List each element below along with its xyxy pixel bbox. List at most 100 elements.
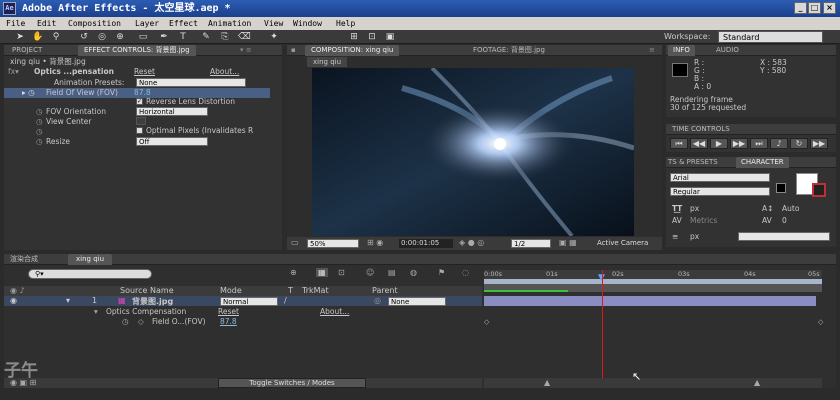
font-style-dropdown[interactable]: Regular (670, 187, 770, 196)
effect-expand-icon[interactable]: ▾ (94, 307, 98, 316)
tab-footage[interactable]: FOOTAGE: 背景图.jpg (473, 45, 545, 56)
layer-duration-bar[interactable] (484, 296, 816, 306)
layer-parent-dropdown[interactable]: None (388, 297, 446, 306)
timeline-effect-reset[interactable]: Reset (218, 307, 239, 316)
puppet-tool-icon[interactable]: ✦ (268, 31, 280, 43)
expand-arrow-icon[interactable]: ▸ ◷ (22, 88, 35, 97)
time-ruler[interactable]: 0:00s 01s 02s 03s 04s 05s (484, 270, 822, 284)
keyframe-start-icon[interactable]: ◇ (484, 318, 489, 326)
timeline-effect-about[interactable]: About... (320, 307, 349, 316)
tab-character[interactable]: CHARACTER (736, 157, 789, 168)
panel-menu-icon[interactable]: ≡ (649, 45, 655, 56)
hand-tool-icon[interactable]: ✋ (32, 31, 44, 43)
last-frame-icon[interactable]: ⏭ (750, 138, 768, 149)
current-timecode[interactable]: 0:00:01:05 (399, 239, 453, 248)
timeline-zoom-bar[interactable]: ▲ ▲ (484, 378, 822, 388)
first-frame-icon[interactable]: ⏮ (670, 138, 688, 149)
keyframe-nav-icon[interactable]: ◇ (138, 317, 144, 326)
brush-tool-icon[interactable]: ✎ (200, 31, 212, 43)
graph-editor-icon[interactable]: ◌ (462, 268, 469, 277)
layer-name[interactable]: 背景图.jpg (132, 296, 173, 307)
effect-reset-link[interactable]: Reset (134, 67, 155, 76)
maximize-button[interactable]: □ (808, 2, 821, 14)
stopwatch-icon[interactable]: ◷ (36, 117, 43, 126)
menu-layer[interactable]: Layer (135, 17, 159, 30)
stopwatch-icon[interactable]: ◷ (36, 137, 43, 146)
layer-row[interactable]: ◉ ▾ 1 ▦ 背景图.jpg / Normal ◎ None (4, 296, 482, 306)
menu-window[interactable]: Window (293, 17, 322, 30)
menu-composition[interactable]: Composition (68, 17, 121, 30)
kerning-metrics[interactable]: Metrics (690, 216, 717, 225)
minimize-button[interactable]: _ (794, 2, 807, 14)
zoom-out-icon[interactable]: ▲ (544, 378, 550, 387)
resize-dropdown[interactable]: Off (136, 137, 208, 146)
stroke-width-unit[interactable]: px (690, 232, 699, 241)
next-frame-icon[interactable]: ▶▶ (730, 138, 748, 149)
property-value[interactable]: 87.8 (220, 317, 237, 326)
draft-3d-icon[interactable]: ⊡ (338, 268, 345, 277)
loop-icon[interactable]: ↻ (790, 138, 808, 149)
black-swatch[interactable] (776, 183, 786, 193)
live-update-icon[interactable]: ▦ (316, 268, 328, 277)
pan-behind-tool-icon[interactable]: ⊕ (114, 31, 126, 43)
snapshot-icon[interactable]: ◈ ● ◎ (459, 238, 484, 247)
visibility-eye-icon[interactable]: ◉ (10, 296, 17, 305)
roi-icon[interactable]: ▣ ▦ (559, 238, 577, 247)
menu-file[interactable]: File (6, 17, 25, 30)
fov-orientation-dropdown[interactable]: Horizontal (136, 107, 208, 116)
workspace-dropdown[interactable]: Standard (718, 31, 823, 43)
stopwatch-icon[interactable]: ◷ (36, 127, 43, 136)
menu-edit[interactable]: Edit (37, 17, 56, 30)
tab-composition[interactable]: COMPOSITION: xing qiu (305, 45, 400, 56)
axis-local-icon[interactable]: ⊞ (348, 31, 360, 43)
zoom-in-icon[interactable]: ▲ (754, 378, 760, 387)
brainstorm-icon[interactable]: ⚑ (438, 268, 445, 277)
rotate-tool-icon[interactable]: ↺ (78, 31, 90, 43)
tracking-value[interactable]: 0 (782, 216, 787, 225)
tab-xing-qiu[interactable]: xing qiu (68, 254, 113, 265)
menu-effect[interactable]: Effect (169, 17, 198, 30)
col-source-name[interactable]: Source Name (120, 286, 174, 295)
lock-icon[interactable]: ▪ (291, 45, 296, 56)
eraser-tool-icon[interactable]: ⌫ (238, 31, 251, 43)
camera-tool-icon[interactable]: ◎ (96, 31, 108, 43)
prev-frame-icon[interactable]: ◀◀ (690, 138, 708, 149)
reverse-lens-checkbox[interactable]: ✓ (136, 98, 143, 105)
layer-expand-icon[interactable]: ▾ (66, 296, 70, 305)
text-tool-icon[interactable]: T (177, 31, 189, 43)
zoom-tool-icon[interactable]: ⚲ (50, 31, 62, 43)
ram-preview-icon[interactable]: ▶▶ (810, 138, 828, 149)
current-time-line[interactable] (602, 270, 603, 388)
tab-info[interactable]: INFO (668, 45, 695, 56)
prop-fov-value[interactable]: 87.8 (134, 88, 151, 97)
camera-dropdown[interactable]: Active Camera (597, 239, 661, 248)
leading-value[interactable]: Auto (782, 204, 799, 213)
composition-viewer[interactable] (312, 68, 634, 236)
property-stopwatch-icon[interactable]: ◷ (122, 317, 129, 326)
menu-help[interactable]: Help (336, 17, 355, 30)
motion-blur-icon[interactable]: ◍ (410, 268, 417, 277)
pen-tool-icon[interactable]: ✒ (158, 31, 170, 43)
toggle-switches-button[interactable]: Toggle Switches / Modes (218, 378, 366, 388)
layer-mode-dropdown[interactable]: Normal (220, 297, 278, 306)
optimal-pixels-checkbox[interactable] (136, 127, 143, 134)
comp-mini-flowchart-icon[interactable]: ⊕ (290, 268, 297, 277)
menu-animation[interactable]: Animation (208, 17, 251, 30)
zoom-dropdown[interactable]: 50% (307, 239, 359, 248)
font-size-unit[interactable]: px (690, 204, 699, 213)
effect-row[interactable]: ▾ Optics Compensation Reset About... (4, 307, 482, 317)
effect-about-link[interactable]: About... (210, 67, 239, 76)
col-t[interactable]: T (288, 286, 293, 295)
timeline-search-input[interactable]: ⚲▾ (28, 269, 152, 279)
tab-render-comp[interactable]: 渲染合成 (10, 254, 38, 265)
always-preview-icon[interactable]: ▭ (291, 238, 299, 247)
comp-name-tab[interactable]: xing qiu (307, 57, 348, 67)
tab-effects-presets[interactable]: TS & PRESETS (668, 157, 718, 168)
col-trkmat[interactable]: TrkMat (302, 286, 329, 295)
play-icon[interactable]: ▶ (710, 138, 728, 149)
axis-world-icon[interactable]: ⊡ (366, 31, 378, 43)
property-row[interactable]: ◷ ◇ Field O...(FOV) 87.8 (4, 317, 482, 327)
animation-presets-dropdown[interactable]: None (136, 78, 246, 87)
audio-icon[interactable]: ♪ (770, 138, 788, 149)
stroke-type-dropdown[interactable] (738, 232, 830, 241)
